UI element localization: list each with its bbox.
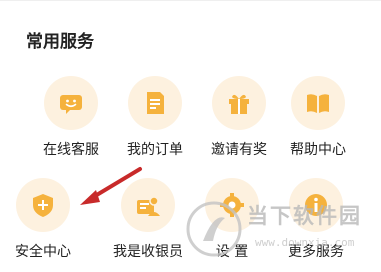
gift-box-icon bbox=[212, 76, 266, 130]
service-label: 在线客服 bbox=[43, 142, 99, 158]
service-label: 我是收银员 bbox=[113, 244, 183, 260]
service-label: 我的订单 bbox=[127, 142, 183, 158]
service-online-support[interactable]: 在线客服 bbox=[28, 76, 114, 159]
service-security-center[interactable]: 安全中心 bbox=[0, 178, 86, 261]
service-my-orders[interactable]: 我的订单 bbox=[112, 76, 198, 159]
service-i-am-cashier[interactable]: 我是收银员 bbox=[105, 178, 191, 261]
service-label: 安全中心 bbox=[15, 244, 71, 260]
watermark-url: www.downxia.com bbox=[255, 236, 355, 249]
chat-bubble-icon bbox=[44, 76, 98, 130]
shield-icon bbox=[16, 178, 70, 232]
service-help-center[interactable]: 帮助中心 bbox=[275, 76, 361, 159]
book-icon bbox=[291, 76, 345, 130]
top-divider bbox=[0, 0, 381, 1]
service-label: 邀请有奖 bbox=[211, 142, 267, 158]
order-document-icon bbox=[128, 76, 182, 130]
service-label: 帮助中心 bbox=[290, 142, 346, 158]
watermark-brand: 当下软件园 bbox=[247, 204, 362, 228]
watermark-logo-icon bbox=[186, 201, 242, 257]
service-invite-reward[interactable]: 邀请有奖 bbox=[196, 76, 282, 159]
section-title: 常用服务 bbox=[26, 32, 94, 52]
watermark: 当下软件园 www.downxia.com bbox=[183, 198, 373, 264]
cashier-icon bbox=[121, 178, 175, 232]
